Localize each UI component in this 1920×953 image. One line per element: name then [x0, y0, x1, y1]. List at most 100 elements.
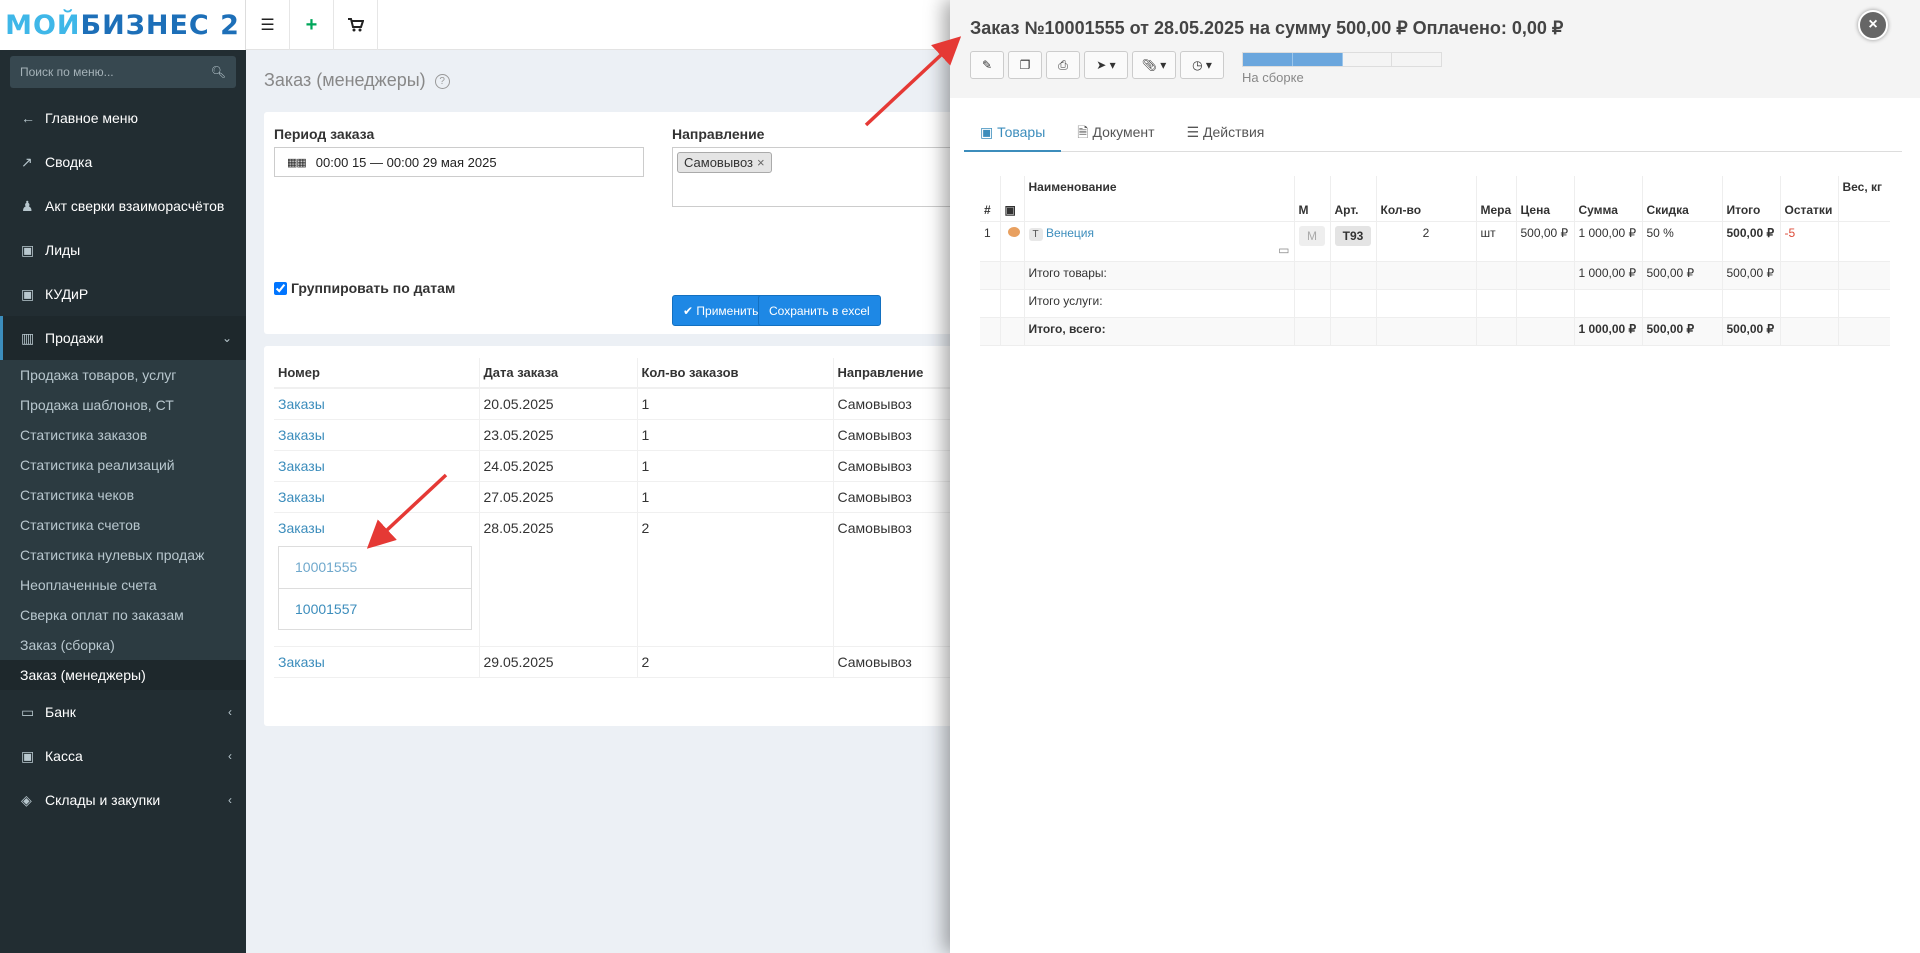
- item-qty[interactable]: 2: [1376, 221, 1477, 262]
- sales-submenu: Продажа товаров, услуг Продажа шаблонов,…: [0, 360, 246, 690]
- orders-dropdown: 10001555 10001557: [278, 545, 472, 630]
- submenu-item[interactable]: Неоплаченные счета: [0, 570, 246, 600]
- submenu-item[interactable]: Статистика реализаций: [0, 450, 246, 480]
- tab-document[interactable]: 🗎︎ Документ: [1061, 112, 1170, 152]
- direction-label: Направление: [672, 126, 765, 142]
- order-link-10001557[interactable]: 10001557: [279, 587, 471, 629]
- col-header[interactable]: Дата заказа: [479, 358, 638, 389]
- order-date: 28.05.2025: [479, 512, 638, 647]
- bar-chart-icon: ▥: [21, 329, 35, 346]
- totals-all-sum: 1 000,00 ₽: [1574, 317, 1643, 346]
- sidebar-item-main-menu[interactable]: ← Главное меню: [0, 96, 246, 140]
- remove-tag-icon[interactable]: ×: [757, 155, 765, 170]
- edit-icon[interactable]: ✎: [970, 51, 1004, 79]
- logo[interactable]: МОЙБИЗНЕС 2: [0, 0, 246, 50]
- col-header[interactable]: Кол-во заказов: [637, 358, 834, 389]
- submenu-item[interactable]: Статистика чеков: [0, 480, 246, 510]
- sidebar-item-sales[interactable]: ▥ Продажи ⌄: [0, 316, 246, 360]
- sidebar-search-input[interactable]: [20, 65, 211, 79]
- item-image[interactable]: [1000, 221, 1025, 262]
- item-m-badge: М: [1299, 225, 1325, 246]
- sidebar-item-leads[interactable]: ▣ Лиды: [0, 228, 246, 272]
- sidebar-item-kudir[interactable]: ▣ КУДиР: [0, 272, 246, 316]
- col-header: Мера: [1476, 176, 1517, 222]
- plus-icon[interactable]: +: [290, 0, 334, 50]
- period-input[interactable]: ▦▦ 00:00 15 — 00:00 29 мая 2025: [274, 147, 644, 177]
- col-header[interactable]: Наименование: [1024, 176, 1295, 222]
- hamburger-menu-icon[interactable]: ☰: [246, 0, 290, 50]
- orders-link[interactable]: Заказы: [278, 396, 325, 412]
- item-m-cell[interactable]: М: [1294, 221, 1331, 262]
- submenu-item[interactable]: Статистика заказов: [0, 420, 246, 450]
- cart-icon[interactable]: [334, 0, 378, 50]
- save-excel-button[interactable]: Сохранить в excel: [758, 295, 881, 326]
- tab-goods[interactable]: ▣ Товары: [964, 112, 1062, 152]
- sidebar-item-cash[interactable]: ▣ Касса ‹: [0, 734, 246, 778]
- progress-bar: [1242, 52, 1442, 67]
- order-direction: Самовывоз: [833, 646, 964, 678]
- sidebar-item-label: Касса: [45, 748, 83, 764]
- col-header: #: [980, 176, 1001, 222]
- submenu-item[interactable]: Сверка оплат по заказам: [0, 600, 246, 630]
- submenu-item[interactable]: Статистика счетов: [0, 510, 246, 540]
- sidebar-item-summary[interactable]: ↗ Сводка: [0, 140, 246, 184]
- status-text: На сборке: [1242, 70, 1304, 85]
- orders-link[interactable]: Заказы: [278, 489, 325, 505]
- direction-select[interactable]: Самовывоз ×: [672, 147, 972, 207]
- orders-link[interactable]: Заказы: [278, 427, 325, 443]
- item-art-cell: Т93: [1330, 221, 1377, 262]
- clock-dropdown-icon[interactable]: ◷ ▾: [1180, 51, 1224, 79]
- col-header[interactable]: Итого: [1722, 176, 1781, 222]
- submenu-item[interactable]: Продажа товаров, услуг: [0, 360, 246, 390]
- sidebar-item-warehouse[interactable]: ◈ Склады и закупки ‹: [0, 778, 246, 822]
- orders-link[interactable]: Заказы: [278, 654, 325, 670]
- group-by-dates-checkbox-label[interactable]: Группировать по датам: [274, 280, 455, 296]
- progress-segment: [1392, 53, 1441, 66]
- close-panel-button[interactable]: ×: [1858, 10, 1888, 40]
- col-header[interactable]: Скидка: [1642, 176, 1723, 222]
- item-name-cell: Т Венеция ▭: [1024, 221, 1295, 262]
- orders-link[interactable]: Заказы: [278, 520, 325, 536]
- copy-icon[interactable]: ❐: [1008, 51, 1042, 79]
- totals-all-total: 500,00 ₽: [1722, 317, 1781, 346]
- panel-toolbar: ✎ ❐ ⎙ ➤ ▾ 📎︎ ▾ ◷ ▾ На сборке: [970, 51, 1900, 85]
- order-direction: Самовывоз: [833, 512, 964, 647]
- table-row: Заказы 20.05.2025 1 Самовывоз: [274, 388, 964, 420]
- col-header[interactable]: Цена: [1516, 176, 1575, 222]
- search-icon[interactable]: 🔍︎: [211, 65, 226, 79]
- item-name-link[interactable]: Венеция: [1046, 226, 1094, 240]
- send-dropdown-icon[interactable]: ➤ ▾: [1084, 51, 1128, 79]
- col-header[interactable]: Направление: [833, 358, 964, 389]
- apply-button[interactable]: ✔ Применить: [672, 295, 770, 326]
- direction-tag: Самовывоз ×: [677, 152, 772, 173]
- submenu-item[interactable]: Продажа шаблонов, СТ: [0, 390, 246, 420]
- col-header[interactable]: Сумма: [1574, 176, 1643, 222]
- progress-segment: [1343, 53, 1393, 66]
- totals-goods-row: Итого товары: 1 000,00 ₽ 500,00 ₽ 500,00…: [980, 261, 1890, 290]
- col-header[interactable]: Арт.: [1330, 176, 1377, 222]
- col-header[interactable]: Кол-во: [1376, 176, 1477, 222]
- submenu-item[interactable]: Статистика нулевых продаж: [0, 540, 246, 570]
- group-by-dates-checkbox[interactable]: [274, 281, 287, 295]
- submenu-item[interactable]: Заказ (сборка): [0, 630, 246, 660]
- barcode-icon[interactable]: ▭: [1029, 243, 1289, 257]
- item-type-badge: Т: [1028, 227, 1043, 241]
- order-link-10001555[interactable]: 10001555: [279, 547, 471, 588]
- chevron-left-icon: ‹: [228, 793, 232, 807]
- attach-dropdown-icon[interactable]: 📎︎ ▾: [1132, 51, 1176, 79]
- progress-segment: [1292, 53, 1343, 66]
- print-icon[interactable]: ⎙: [1046, 51, 1080, 79]
- help-icon[interactable]: ?: [434, 74, 450, 89]
- contact-card-icon: ▣: [21, 285, 35, 302]
- orders-link[interactable]: Заказы: [278, 458, 325, 474]
- sidebar-item-bank[interactable]: ▭ Банк ‹: [0, 690, 246, 734]
- tab-actions[interactable]: ☰ Действия: [1171, 112, 1281, 152]
- submenu-item-current[interactable]: Заказ (менеджеры): [0, 660, 246, 690]
- order-count: 2: [637, 512, 834, 647]
- totals-goods-sum: 1 000,00 ₽: [1574, 261, 1643, 290]
- col-header[interactable]: Номер: [274, 358, 480, 389]
- table-row-expanded: Заказы 10001555 10001557 28.05.2025 2 Са…: [274, 512, 964, 647]
- sidebar-item-reconciliation[interactable]: ♟ Акт сверки взаиморасчётов: [0, 184, 246, 228]
- item-num: 1: [980, 221, 1001, 262]
- order-date: 29.05.2025: [479, 646, 638, 678]
